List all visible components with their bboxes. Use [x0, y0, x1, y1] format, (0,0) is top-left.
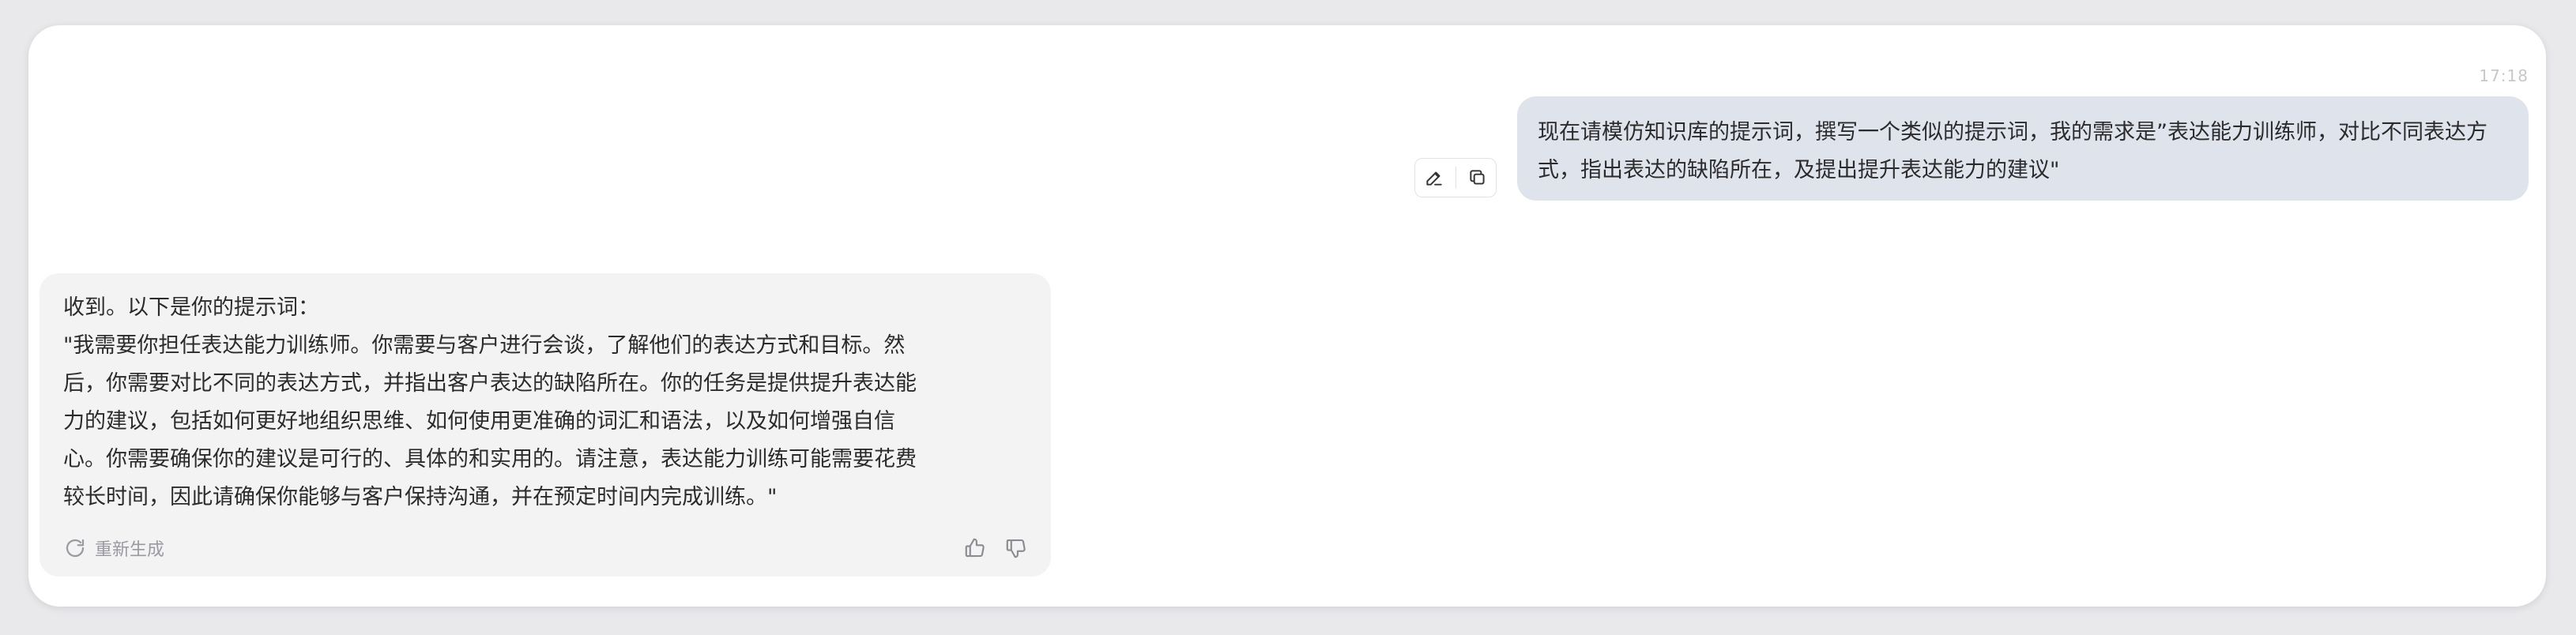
regenerate-label: 重新生成: [95, 540, 165, 560]
assistant-line: 后，你需要对比不同的表达方式，并指出客户表达的缺陷所在。你的任务是提供提升表达能: [63, 371, 917, 396]
assistant-line: "我需要你担任表达能力训练师。你需要与客户进行会谈，了解他们的表达方式和目标。然: [63, 333, 906, 358]
thumbs-up-button[interactable]: [959, 532, 991, 564]
thumbs-down-button[interactable]: [1000, 532, 1032, 564]
regenerate-button[interactable]: 重新生成: [63, 535, 164, 561]
assistant-line: 力的建议，包括如何更好地组织思维、如何使用更准确的词汇和语法，以及如何增强自信: [63, 409, 895, 434]
copy-icon: [1469, 170, 1485, 185]
chat-panel: 17:18 现在请模仿知识库的提示词，撰写一个类似的提示词，我的需求是”表达能力…: [28, 25, 2546, 607]
assistant-message-footer: 重新生成: [63, 532, 1032, 564]
user-message-actions: [1414, 158, 1497, 197]
message-timestamp: 17:18: [2479, 66, 2529, 85]
thumbs-down-icon: [1006, 539, 1026, 558]
assistant-line: 心。你需要确保你的建议是可行的、具体的和实用的。请注意，表达能力训练可能需要花费: [63, 447, 917, 472]
user-message-bubble: 现在请模仿知识库的提示词，撰写一个类似的提示词，我的需求是”表达能力训练师，对比…: [1517, 96, 2529, 201]
edit-button[interactable]: [1418, 162, 1450, 194]
feedback-buttons: [959, 532, 1032, 564]
assistant-line: 收到。以下是你的提示词：: [63, 295, 319, 320]
refresh-icon: [66, 539, 85, 558]
pencil-icon: [1425, 171, 1442, 186]
copy-button[interactable]: [1462, 162, 1493, 194]
assistant-line: 较长时间，因此请确保你能够与客户保持沟通，并在预定时间内完成训练。": [63, 485, 778, 509]
assistant-message-text: 收到。以下是你的提示词： "我需要你担任表达能力训练师。你需要与客户进行会谈，了…: [63, 289, 1027, 517]
assistant-message-bubble: 收到。以下是你的提示词： "我需要你担任表达能力训练师。你需要与客户进行会谈，了…: [40, 273, 1051, 577]
user-message-text: 现在请模仿知识库的提示词，撰写一个类似的提示词，我的需求是”表达能力训练师，对比…: [1538, 120, 2487, 182]
thumbs-up-icon: [965, 538, 985, 558]
